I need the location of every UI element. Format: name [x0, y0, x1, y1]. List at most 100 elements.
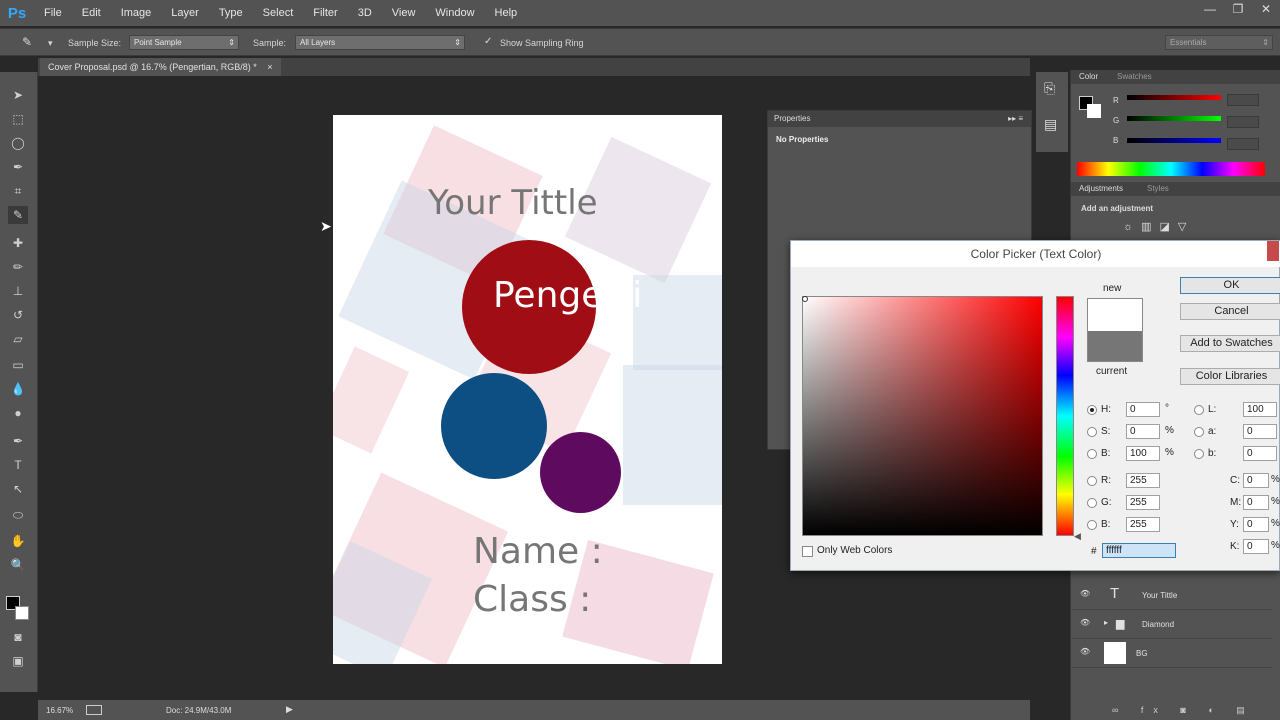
- green-value-field[interactable]: [1227, 116, 1259, 128]
- close-tab-icon[interactable]: ×: [267, 62, 272, 72]
- lab-l-radio[interactable]: [1194, 405, 1204, 415]
- lab-b-input[interactable]: 0: [1243, 446, 1277, 461]
- menu-filter[interactable]: Filter: [303, 0, 347, 26]
- sample-select[interactable]: All Layers: [295, 35, 465, 50]
- brightness-radio[interactable]: [1087, 449, 1097, 459]
- green-input[interactable]: 255: [1126, 495, 1160, 510]
- properties-panel-icon[interactable]: ▤: [1044, 116, 1057, 133]
- blue-value-field[interactable]: [1227, 138, 1259, 150]
- screen-mode-icon[interactable]: ▣: [8, 652, 28, 670]
- only-web-colors-checkbox[interactable]: [802, 546, 813, 557]
- ellipse-tool-icon[interactable]: ⬭: [8, 506, 28, 524]
- lab-a-radio[interactable]: [1194, 427, 1204, 437]
- red-value-field[interactable]: [1227, 94, 1259, 106]
- tab-styles[interactable]: Styles: [1147, 184, 1169, 193]
- brightness-input[interactable]: 100: [1126, 446, 1160, 461]
- saturation-radio[interactable]: [1087, 427, 1097, 437]
- circle-heading-text[interactable]: Pengerti: [493, 275, 642, 316]
- visibility-eye-icon[interactable]: 👁: [1080, 618, 1090, 627]
- move-tool-icon[interactable]: ➤: [8, 86, 28, 104]
- menu-image[interactable]: Image: [111, 0, 162, 26]
- lab-l-input[interactable]: 100: [1243, 402, 1277, 417]
- history-brush-icon[interactable]: ↺: [8, 306, 28, 324]
- minimize-icon[interactable]: —: [1196, 0, 1224, 18]
- crop-tool-icon[interactable]: ⌗: [8, 182, 28, 200]
- menu-view[interactable]: View: [382, 0, 426, 26]
- dodge-tool-icon[interactable]: ●: [8, 404, 28, 422]
- tab-adjustments[interactable]: Adjustments: [1079, 184, 1123, 193]
- gradient-tool-icon[interactable]: ▭: [8, 356, 28, 374]
- clone-stamp-icon[interactable]: ⊥: [8, 282, 28, 300]
- color-ramp[interactable]: [1077, 162, 1265, 176]
- layers-footer-icons[interactable]: ∞ fx ◙ ◐ ▤ ▣ ▦: [1072, 700, 1272, 720]
- history-panel-icon[interactable]: ⎘: [1044, 80, 1055, 97]
- expand-group-icon[interactable]: ▸: [1104, 618, 1108, 627]
- menu-file[interactable]: File: [34, 0, 72, 26]
- hex-input[interactable]: ffffff: [1102, 543, 1176, 558]
- sample-size-select[interactable]: Point Sample: [129, 35, 239, 50]
- dialog-close-icon[interactable]: [1267, 241, 1279, 261]
- color-selector-ring[interactable]: [802, 296, 808, 302]
- brush-tool-icon[interactable]: ✏: [8, 258, 28, 276]
- hand-tool-icon[interactable]: ✋: [8, 532, 28, 550]
- workspace-select[interactable]: Essentials: [1165, 35, 1273, 50]
- show-ring-checkbox[interactable]: ✓: [484, 36, 492, 47]
- healing-brush-icon[interactable]: ✚: [8, 234, 28, 252]
- add-to-swatches-button[interactable]: Add to Swatches: [1180, 335, 1280, 352]
- marquee-tool-icon[interactable]: ⬚: [8, 110, 28, 128]
- blur-tool-icon[interactable]: 💧: [8, 380, 28, 398]
- pen-tool-icon[interactable]: ✒: [8, 432, 28, 450]
- saturation-input[interactable]: 0: [1126, 424, 1160, 439]
- tab-color[interactable]: Color: [1079, 72, 1098, 81]
- type-tool-icon[interactable]: T: [8, 456, 28, 474]
- chevron-down-icon[interactable]: ▾: [48, 38, 53, 49]
- magenta-input[interactable]: 0: [1243, 495, 1269, 510]
- status-export-icon[interactable]: [86, 705, 102, 715]
- red-radio[interactable]: [1087, 476, 1097, 486]
- blue-slider[interactable]: [1127, 138, 1221, 143]
- color-libraries-button[interactable]: Color Libraries: [1180, 368, 1280, 385]
- cyan-input[interactable]: 0: [1243, 473, 1269, 488]
- menu-type[interactable]: Type: [209, 0, 253, 26]
- visibility-eye-icon[interactable]: 👁: [1080, 589, 1090, 598]
- menu-window[interactable]: Window: [425, 0, 484, 26]
- current-color-swatch[interactable]: [1088, 331, 1142, 361]
- saturation-brightness-field[interactable]: [802, 296, 1043, 536]
- close-icon[interactable]: ✕: [1252, 0, 1280, 18]
- hue-input[interactable]: 0: [1126, 402, 1160, 417]
- document-canvas[interactable]: Your Tittle Pengerti Name : Class :: [333, 115, 722, 664]
- name-label-text[interactable]: Name :: [473, 531, 603, 572]
- lab-b-radio[interactable]: [1194, 449, 1204, 459]
- black-input[interactable]: 0: [1243, 539, 1269, 554]
- lab-a-input[interactable]: 0: [1243, 424, 1277, 439]
- blue-input[interactable]: 255: [1126, 517, 1160, 532]
- hue-radio[interactable]: [1087, 405, 1097, 415]
- visibility-eye-icon[interactable]: 👁: [1080, 647, 1090, 656]
- panel-collapse-icon[interactable]: ▸▸ ≡: [1008, 111, 1023, 127]
- menu-select[interactable]: Select: [253, 0, 304, 26]
- lasso-tool-icon[interactable]: ◯: [8, 134, 28, 152]
- layer-row[interactable]: 👁 ▸ ▆ Diamond: [1072, 610, 1272, 639]
- zoom-tool-icon[interactable]: 🔍: [8, 556, 28, 574]
- adjustment-icons[interactable]: ☼▥◪▽: [1123, 220, 1194, 233]
- hue-slider[interactable]: [1056, 296, 1074, 536]
- red-input[interactable]: 255: [1126, 473, 1160, 488]
- path-select-icon[interactable]: ↖: [8, 480, 28, 498]
- menu-help[interactable]: Help: [485, 0, 528, 26]
- zoom-level[interactable]: 16.67%: [46, 706, 73, 715]
- cover-title-text[interactable]: Your Tittle: [428, 183, 598, 223]
- layer-row[interactable]: 👁 T Your Tittle: [1072, 581, 1272, 610]
- document-tab[interactable]: Cover Proposal.psd @ 16.7% (Pengertian, …: [40, 58, 281, 76]
- menu-3d[interactable]: 3D: [348, 0, 382, 26]
- cancel-button[interactable]: Cancel: [1180, 303, 1280, 320]
- class-label-text[interactable]: Class :: [473, 579, 591, 620]
- restore-icon[interactable]: ❐: [1224, 0, 1252, 18]
- quick-mask-icon[interactable]: ◙: [8, 628, 28, 646]
- green-radio[interactable]: [1087, 498, 1097, 508]
- hue-slider-handle-icon[interactable]: ◀: [1074, 531, 1081, 542]
- blue-radio[interactable]: [1087, 520, 1097, 530]
- tab-swatches[interactable]: Swatches: [1117, 72, 1152, 81]
- yellow-input[interactable]: 0: [1243, 517, 1269, 532]
- red-slider[interactable]: [1127, 95, 1221, 100]
- menu-edit[interactable]: Edit: [72, 0, 111, 26]
